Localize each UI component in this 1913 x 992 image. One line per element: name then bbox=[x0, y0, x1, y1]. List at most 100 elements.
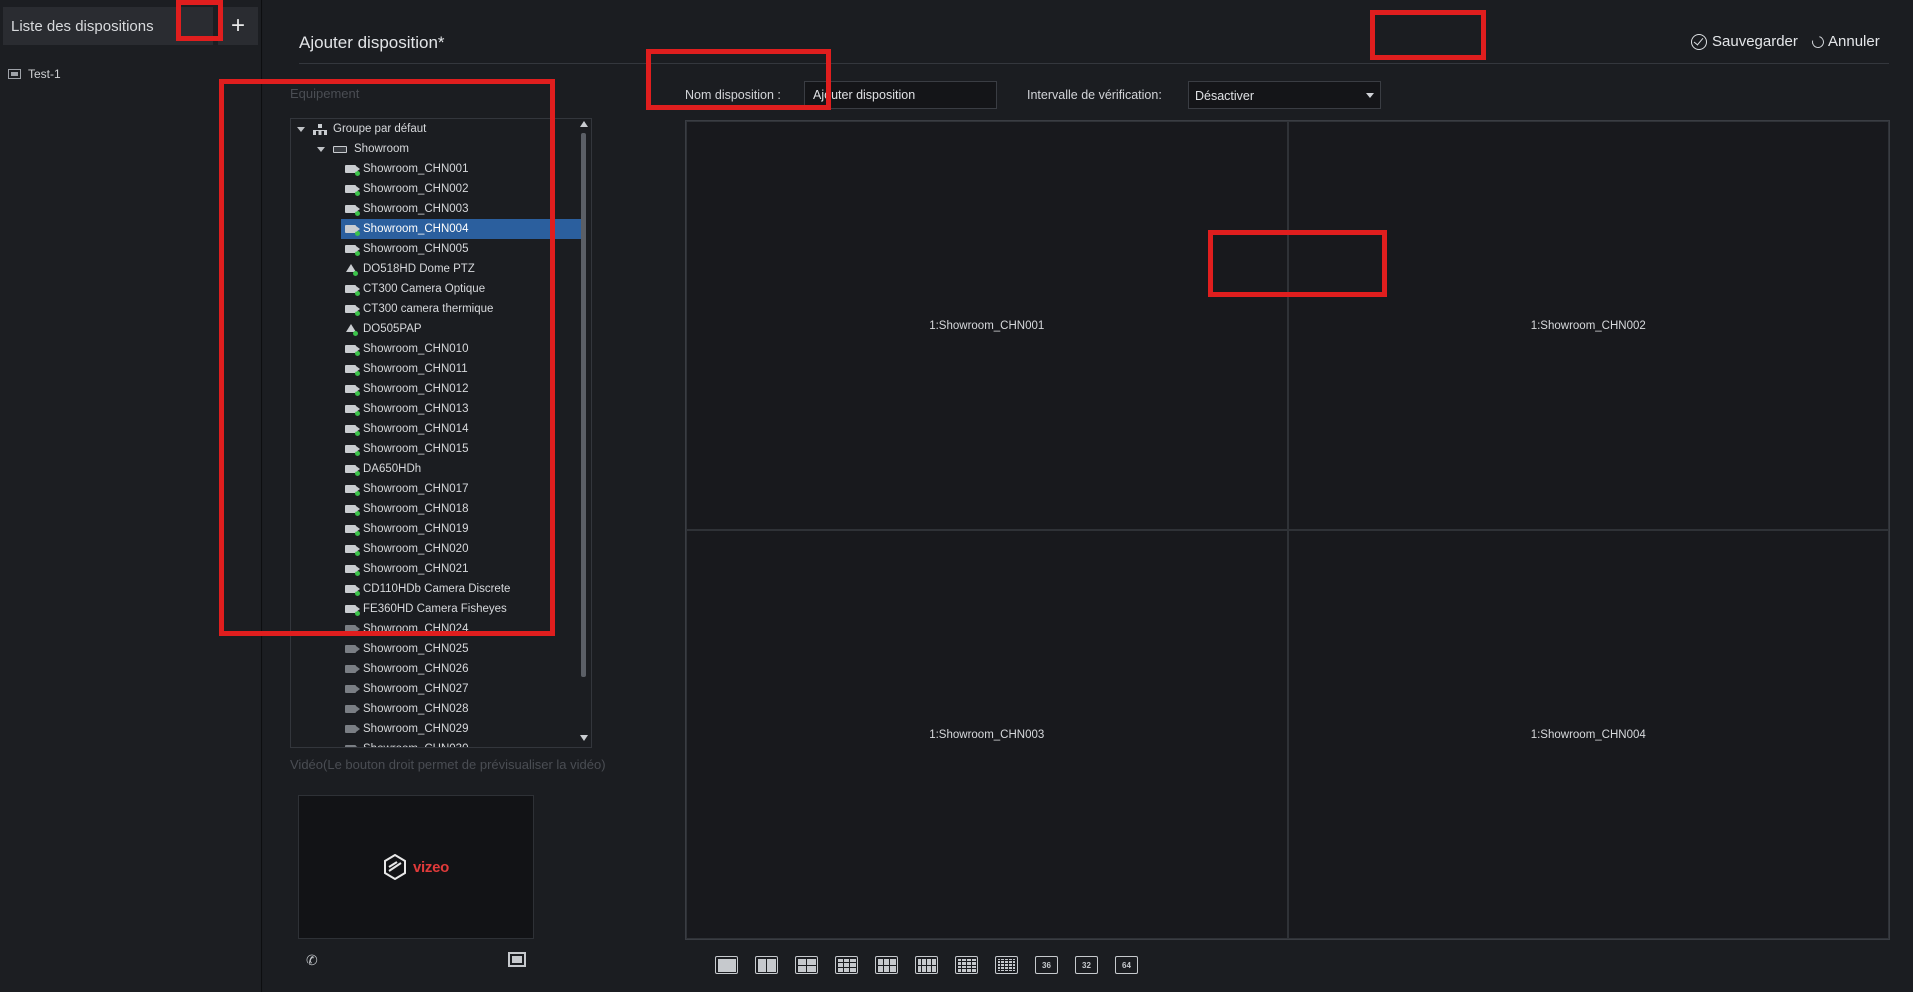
split-9-icon[interactable] bbox=[835, 956, 858, 974]
camera-icon bbox=[345, 225, 360, 236]
tree-channel-label: Showroom_CHN013 bbox=[363, 403, 469, 415]
layout-item-test-1[interactable]: Test-1 bbox=[8, 67, 61, 81]
scroll-down-arrow-icon[interactable] bbox=[580, 735, 588, 741]
online-status-icon bbox=[355, 571, 360, 576]
split-6-icon[interactable] bbox=[875, 956, 898, 974]
tree-channel-item[interactable]: Showroom_CHN026 bbox=[341, 659, 468, 679]
camera-icon bbox=[345, 245, 360, 256]
tree-channel-item[interactable]: Showroom_CHN005 bbox=[341, 239, 468, 259]
layout-name-input[interactable] bbox=[804, 81, 997, 109]
camera-icon bbox=[345, 645, 360, 653]
online-status-icon bbox=[355, 291, 360, 296]
chevron-down-icon bbox=[1366, 93, 1374, 98]
layout-icon bbox=[8, 69, 21, 79]
grid-cell[interactable]: 1:Showroom_CHN002 bbox=[1287, 121, 1889, 530]
camera-icon bbox=[345, 605, 360, 616]
grid-cell[interactable]: 1:Showroom_CHN003 bbox=[686, 530, 1288, 939]
online-status-icon bbox=[355, 511, 360, 516]
group-icon bbox=[313, 123, 327, 135]
scrollbar-thumb[interactable] bbox=[581, 133, 586, 677]
split-32-icon[interactable]: 32 bbox=[1075, 956, 1098, 974]
device-tree[interactable]: Groupe par défaut Showroom Showroom_CHN0… bbox=[290, 118, 592, 748]
cancel-button[interactable]: Annuler bbox=[1809, 33, 1880, 50]
camera-icon bbox=[345, 185, 360, 196]
tree-channel-item[interactable]: Showroom_CHN010 bbox=[341, 339, 468, 359]
tree-channel-label: Showroom_CHN019 bbox=[363, 523, 469, 535]
tree-channel-label: Showroom_CHN026 bbox=[363, 663, 469, 675]
tree-device-showroom[interactable]: Showroom bbox=[317, 139, 409, 159]
tree-channel-item[interactable]: DO518HD Dome PTZ bbox=[341, 259, 475, 279]
camera-icon bbox=[345, 385, 360, 396]
vizeo-logo-text: vizeo bbox=[412, 858, 449, 876]
tree-channel-label: Showroom_CHN011 bbox=[363, 363, 468, 375]
page-title: Ajouter disposition* bbox=[299, 33, 445, 52]
camera-icon bbox=[345, 725, 360, 733]
tree-channel-item[interactable]: DA650HDh bbox=[341, 459, 421, 479]
tree-channel-item[interactable]: Showroom_CHN030 bbox=[341, 739, 468, 747]
tree-channel-label: Showroom_CHN004 bbox=[363, 223, 469, 235]
scroll-up-arrow-icon[interactable] bbox=[580, 121, 588, 127]
camera-icon bbox=[345, 585, 360, 596]
split-1-icon[interactable] bbox=[715, 956, 738, 974]
tree-channel-item[interactable]: Showroom_CHN014 bbox=[341, 419, 468, 439]
tree-channel-item[interactable]: DO505PAP bbox=[341, 319, 422, 339]
fullscreen-icon[interactable] bbox=[508, 952, 526, 967]
online-status-icon bbox=[355, 371, 360, 376]
tree-channel-item[interactable]: CD110HDb Camera Discrete bbox=[341, 579, 510, 599]
tree-channel-item[interactable]: Showroom_CHN018 bbox=[341, 499, 468, 519]
split-mode-toolbar: 36 32 64 bbox=[715, 956, 1138, 974]
tree-channel-item[interactable]: Showroom_CHN025 bbox=[341, 639, 468, 659]
split-4-icon[interactable] bbox=[795, 956, 818, 974]
video-preview-window[interactable]: vizeo bbox=[298, 795, 534, 939]
camera-icon bbox=[345, 505, 360, 516]
layout-grid: 1:Showroom_CHN001 1:Showroom_CHN002 1:Sh… bbox=[685, 120, 1890, 940]
split-16-icon[interactable] bbox=[955, 956, 978, 974]
online-status-icon bbox=[355, 551, 360, 556]
tree-channel-item[interactable]: Showroom_CHN027 bbox=[341, 679, 468, 699]
camera-icon bbox=[345, 625, 360, 633]
split-8-icon[interactable] bbox=[915, 956, 938, 974]
split-25-icon[interactable] bbox=[995, 956, 1018, 974]
tree-channel-item[interactable]: Showroom_CHN019 bbox=[341, 519, 468, 539]
tree-channel-item[interactable]: Showroom_CHN013 bbox=[341, 399, 468, 419]
camera-icon bbox=[345, 425, 360, 436]
online-status-icon bbox=[355, 391, 360, 396]
interval-select[interactable]: Désactiver bbox=[1188, 81, 1381, 109]
tree-channel-item[interactable]: Showroom_CHN021 bbox=[341, 559, 468, 579]
tree-channel-item[interactable]: Showroom_CHN002 bbox=[341, 179, 468, 199]
grid-cell[interactable]: 1:Showroom_CHN004 bbox=[1287, 530, 1889, 939]
layout-item-label: Test-1 bbox=[28, 67, 61, 81]
tree-group-default[interactable]: Groupe par défaut bbox=[297, 119, 426, 139]
tree-channel-item[interactable]: Showroom_CHN020 bbox=[341, 539, 468, 559]
split-64-icon[interactable]: 64 bbox=[1115, 956, 1138, 974]
split-36-icon[interactable]: 36 bbox=[1035, 956, 1058, 974]
save-button[interactable]: Sauvegarder bbox=[1691, 33, 1798, 50]
add-layout-button[interactable]: + bbox=[218, 7, 258, 45]
tree-channel-item[interactable]: Showroom_CHN028 bbox=[341, 699, 468, 719]
tree-channel-item[interactable]: CT300 Camera Optique bbox=[341, 279, 485, 299]
tree-channel-item[interactable]: Showroom_CHN012 bbox=[341, 379, 468, 399]
tree-scrollbar[interactable] bbox=[580, 121, 588, 745]
layout-name-label: Nom disposition : bbox=[685, 88, 781, 102]
online-status-icon bbox=[355, 611, 360, 616]
tree-channel-label: Showroom_CHN024 bbox=[363, 623, 469, 635]
tree-channel-item[interactable]: Showroom_CHN003 bbox=[341, 199, 468, 219]
tree-group-label: Groupe par défaut bbox=[333, 123, 427, 135]
tree-channel-item[interactable]: Showroom_CHN029 bbox=[341, 719, 468, 739]
camera-icon bbox=[345, 465, 360, 476]
tree-channel-item[interactable]: Showroom_CHN001 bbox=[341, 159, 468, 179]
tree-channel-item[interactable]: FE360HD Camera Fisheyes bbox=[341, 599, 507, 619]
tree-channel-item[interactable]: Showroom_CHN015 bbox=[341, 439, 468, 459]
online-status-icon bbox=[355, 191, 360, 196]
tree-channel-item[interactable]: CT300 camera thermique bbox=[341, 299, 493, 319]
tree-channel-item[interactable]: Showroom_CHN024 bbox=[341, 619, 468, 639]
tree-channel-item[interactable]: Showroom_CHN011 bbox=[341, 359, 468, 379]
online-status-icon bbox=[353, 270, 358, 276]
split-2-icon[interactable] bbox=[755, 956, 778, 974]
camera-icon bbox=[345, 685, 360, 693]
phone-icon[interactable]: ✆ bbox=[306, 952, 318, 969]
tree-channel-label: Showroom_CHN028 bbox=[363, 703, 469, 715]
tree-channel-item[interactable]: Showroom_CHN017 bbox=[341, 479, 468, 499]
tree-channel-item[interactable]: Showroom_CHN004 bbox=[341, 219, 581, 239]
grid-cell[interactable]: 1:Showroom_CHN001 bbox=[686, 121, 1288, 530]
